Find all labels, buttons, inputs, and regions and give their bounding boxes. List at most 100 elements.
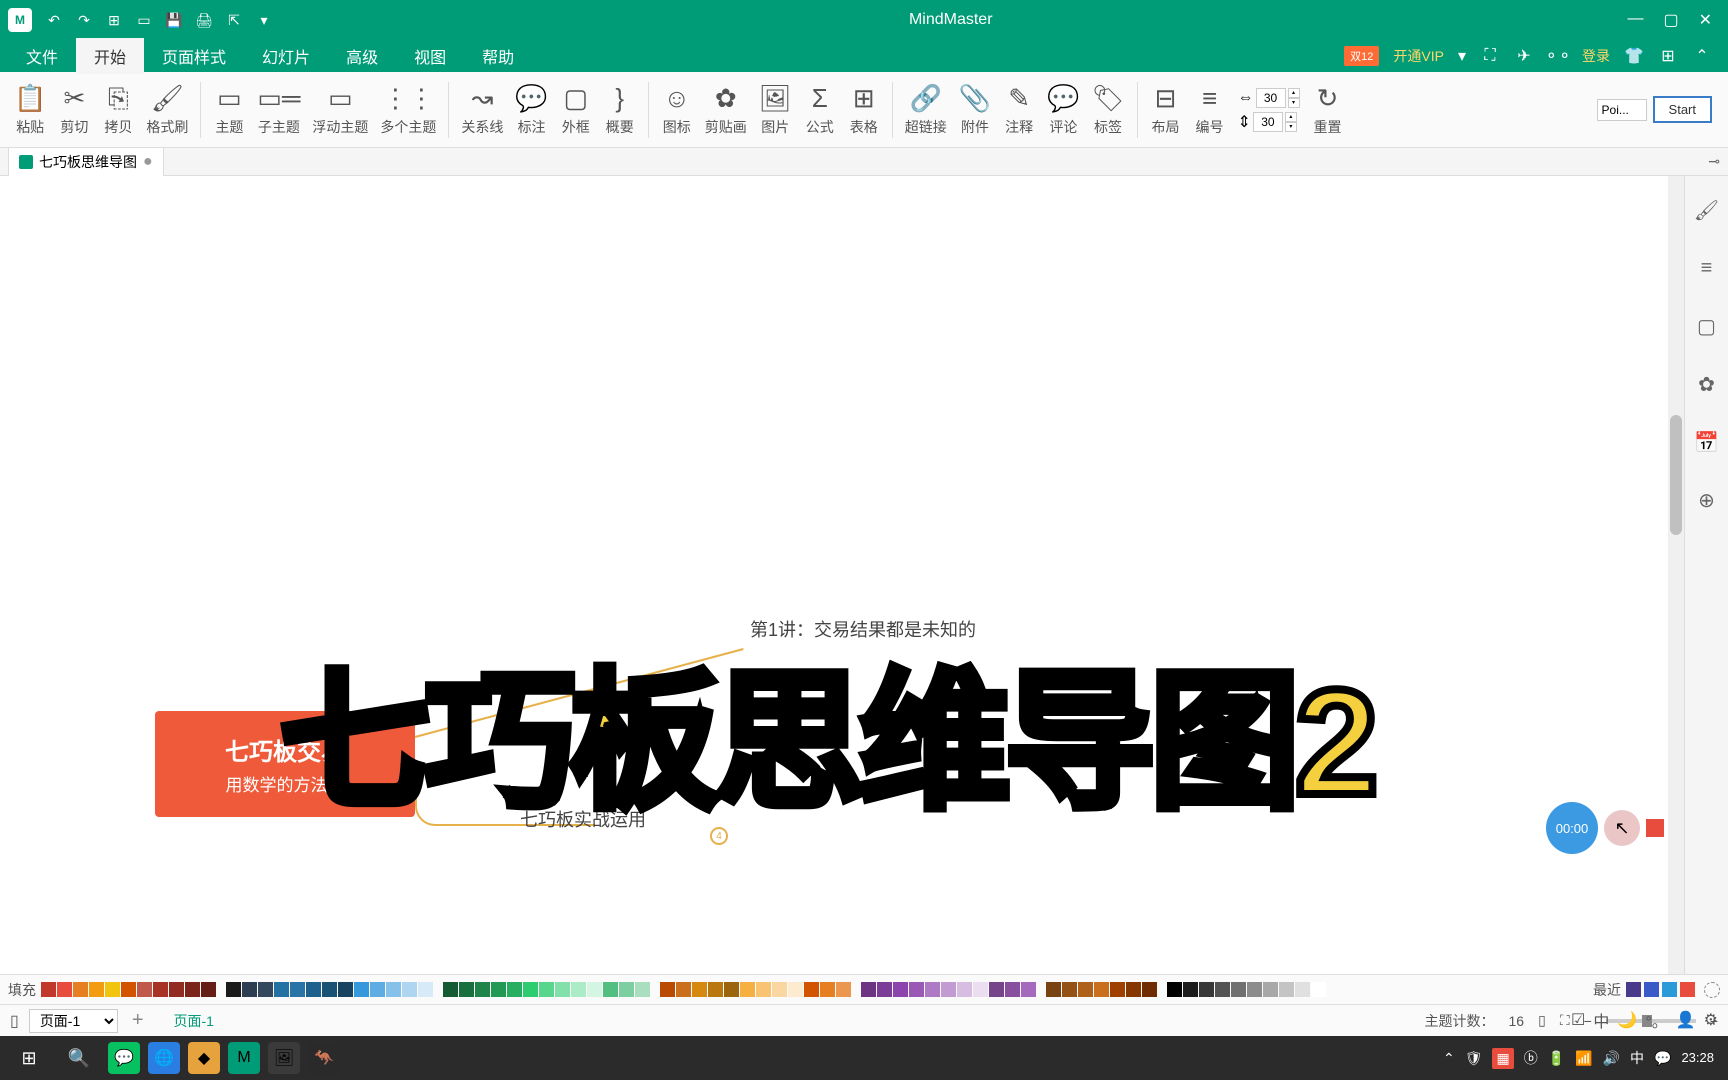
picture-button[interactable]: 🖼图片 — [753, 79, 798, 141]
color-swatch[interactable] — [338, 982, 353, 997]
color-swatch[interactable] — [402, 982, 417, 997]
page-list-icon[interactable]: ▯ — [10, 1011, 19, 1031]
color-swatch[interactable] — [756, 982, 771, 997]
cut-button[interactable]: ✂剪切 — [52, 79, 96, 141]
color-swatch[interactable] — [274, 982, 289, 997]
formula-button[interactable]: Σ公式 — [798, 79, 842, 141]
color-swatch[interactable] — [692, 982, 707, 997]
undo-button[interactable]: ↶ — [44, 10, 64, 30]
minimize-button[interactable]: — — [1627, 10, 1643, 30]
color-swatch[interactable] — [475, 982, 490, 997]
outline-panel-button[interactable]: ≡ — [1693, 254, 1721, 282]
color-swatch[interactable] — [1046, 982, 1061, 997]
color-swatch[interactable] — [724, 982, 739, 997]
tray-expand-icon[interactable]: ⌃ — [1443, 1050, 1455, 1067]
expand-collapse-button[interactable]: 4 — [710, 827, 728, 845]
v-spacing-up[interactable]: ▴ — [1285, 112, 1297, 122]
tray-wifi-icon[interactable]: 📶 — [1575, 1050, 1592, 1067]
recent-color-4[interactable] — [1680, 982, 1695, 997]
color-swatch[interactable] — [1279, 982, 1294, 997]
color-swatch[interactable] — [1094, 982, 1109, 997]
tag-button[interactable]: 🏷标签 — [1086, 79, 1131, 141]
callout-button[interactable]: 💬标注 — [509, 79, 553, 141]
h-spacing-input[interactable] — [1256, 88, 1286, 108]
color-swatch[interactable] — [1295, 982, 1310, 997]
redo-button[interactable]: ↷ — [74, 10, 94, 30]
color-swatch[interactable] — [893, 982, 908, 997]
color-swatch[interactable] — [660, 982, 675, 997]
color-swatch[interactable] — [1263, 982, 1278, 997]
page-select[interactable]: 页面-1 — [29, 1009, 118, 1033]
close-button[interactable]: ✕ — [1699, 10, 1712, 30]
float-ime-icon[interactable]: 中 — [1593, 1008, 1609, 1032]
child-topic-1[interactable]: 第1讲：交易结果都是未知的 — [750, 616, 976, 642]
page-tab-label[interactable]: 页面-1 — [174, 1011, 214, 1031]
color-swatch[interactable] — [635, 982, 650, 997]
color-swatch[interactable] — [1199, 982, 1214, 997]
clipart-button[interactable]: ✿剪贴画 — [699, 79, 753, 141]
tray-app-icon[interactable]: ▦ — [1492, 1048, 1513, 1069]
vip-dropdown-icon[interactable]: ▾ — [1458, 46, 1466, 66]
recording-stop-button[interactable] — [1646, 819, 1664, 837]
open-button[interactable]: ▭ — [134, 10, 154, 30]
color-swatch[interactable] — [418, 982, 433, 997]
tray-notification-icon[interactable]: 💬 — [1654, 1050, 1671, 1067]
app-6[interactable]: 🦘 — [308, 1042, 340, 1074]
menu-slideshow[interactable]: 幻灯片 — [244, 38, 328, 74]
format-panel-button[interactable]: 🖌 — [1693, 196, 1721, 224]
color-swatch[interactable] — [1183, 982, 1198, 997]
color-swatch[interactable] — [571, 982, 586, 997]
color-swatch[interactable] — [1215, 982, 1230, 997]
menu-view[interactable]: 视图 — [396, 38, 464, 74]
tray-volume-icon[interactable]: 🔊 — [1603, 1050, 1620, 1067]
pin-button[interactable]: ⊸ — [1708, 153, 1720, 170]
more-panel-button[interactable]: ⊕ — [1693, 486, 1721, 514]
color-swatch[interactable] — [957, 982, 972, 997]
collapse-ribbon-icon[interactable]: ⌃ — [1692, 46, 1712, 66]
color-swatch[interactable] — [619, 982, 634, 997]
new-button[interactable]: ⊞ — [104, 10, 124, 30]
color-swatch[interactable] — [1142, 982, 1157, 997]
send-icon[interactable]: ✈ — [1514, 46, 1534, 66]
fit-width-button[interactable]: ⛶ — [1560, 1012, 1570, 1029]
color-swatch[interactable] — [555, 982, 570, 997]
color-swatch[interactable] — [740, 982, 755, 997]
color-swatch[interactable] — [772, 982, 787, 997]
vip-link[interactable]: 开通VIP — [1393, 46, 1444, 66]
color-swatch[interactable] — [185, 982, 200, 997]
color-swatch[interactable] — [443, 982, 458, 997]
color-swatch[interactable] — [290, 982, 305, 997]
skin-icon[interactable]: 👕 — [1624, 46, 1644, 66]
recording-timer[interactable]: 00:00 — [1546, 802, 1598, 854]
color-swatch[interactable] — [1231, 982, 1246, 997]
color-swatch[interactable] — [153, 982, 168, 997]
color-swatch[interactable] — [459, 982, 474, 997]
child-topic-2[interactable]: 七巧板实战运用 — [520, 806, 646, 832]
v-spacing-input[interactable] — [1253, 112, 1283, 132]
color-swatch[interactable] — [539, 982, 554, 997]
color-swatch[interactable] — [137, 982, 152, 997]
browser-app[interactable]: 🌐 — [148, 1042, 180, 1074]
print-button[interactable]: 🖨 — [194, 10, 214, 30]
color-swatch[interactable] — [820, 982, 835, 997]
app-5[interactable]: 🖼 — [268, 1042, 300, 1074]
color-swatch[interactable] — [169, 982, 184, 997]
float-user-icon[interactable]: 👤 — [1676, 1010, 1696, 1030]
color-swatch[interactable] — [1110, 982, 1125, 997]
color-swatch[interactable] — [89, 982, 104, 997]
format-painter-button[interactable]: 🖌格式刷 — [140, 79, 194, 141]
start-menu-button[interactable]: ⊞ — [4, 1036, 54, 1080]
taskbar-clock[interactable]: 23:28 — [1681, 1050, 1714, 1066]
color-swatch[interactable] — [587, 982, 602, 997]
document-tab[interactable]: 七巧板思维导图 ● — [8, 147, 164, 176]
color-swatch[interactable] — [788, 982, 803, 997]
recent-color-3[interactable] — [1662, 982, 1677, 997]
export-button[interactable]: ⇱ — [224, 10, 244, 30]
color-swatch[interactable] — [909, 982, 924, 997]
menu-file[interactable]: 文件 — [8, 38, 76, 74]
boundary-button[interactable]: ▢外框 — [554, 79, 598, 141]
color-swatch[interactable] — [73, 982, 88, 997]
copy-button[interactable]: ⎘拷贝 — [96, 79, 140, 141]
color-swatch[interactable] — [1062, 982, 1077, 997]
app-3[interactable]: ◆ — [188, 1042, 220, 1074]
